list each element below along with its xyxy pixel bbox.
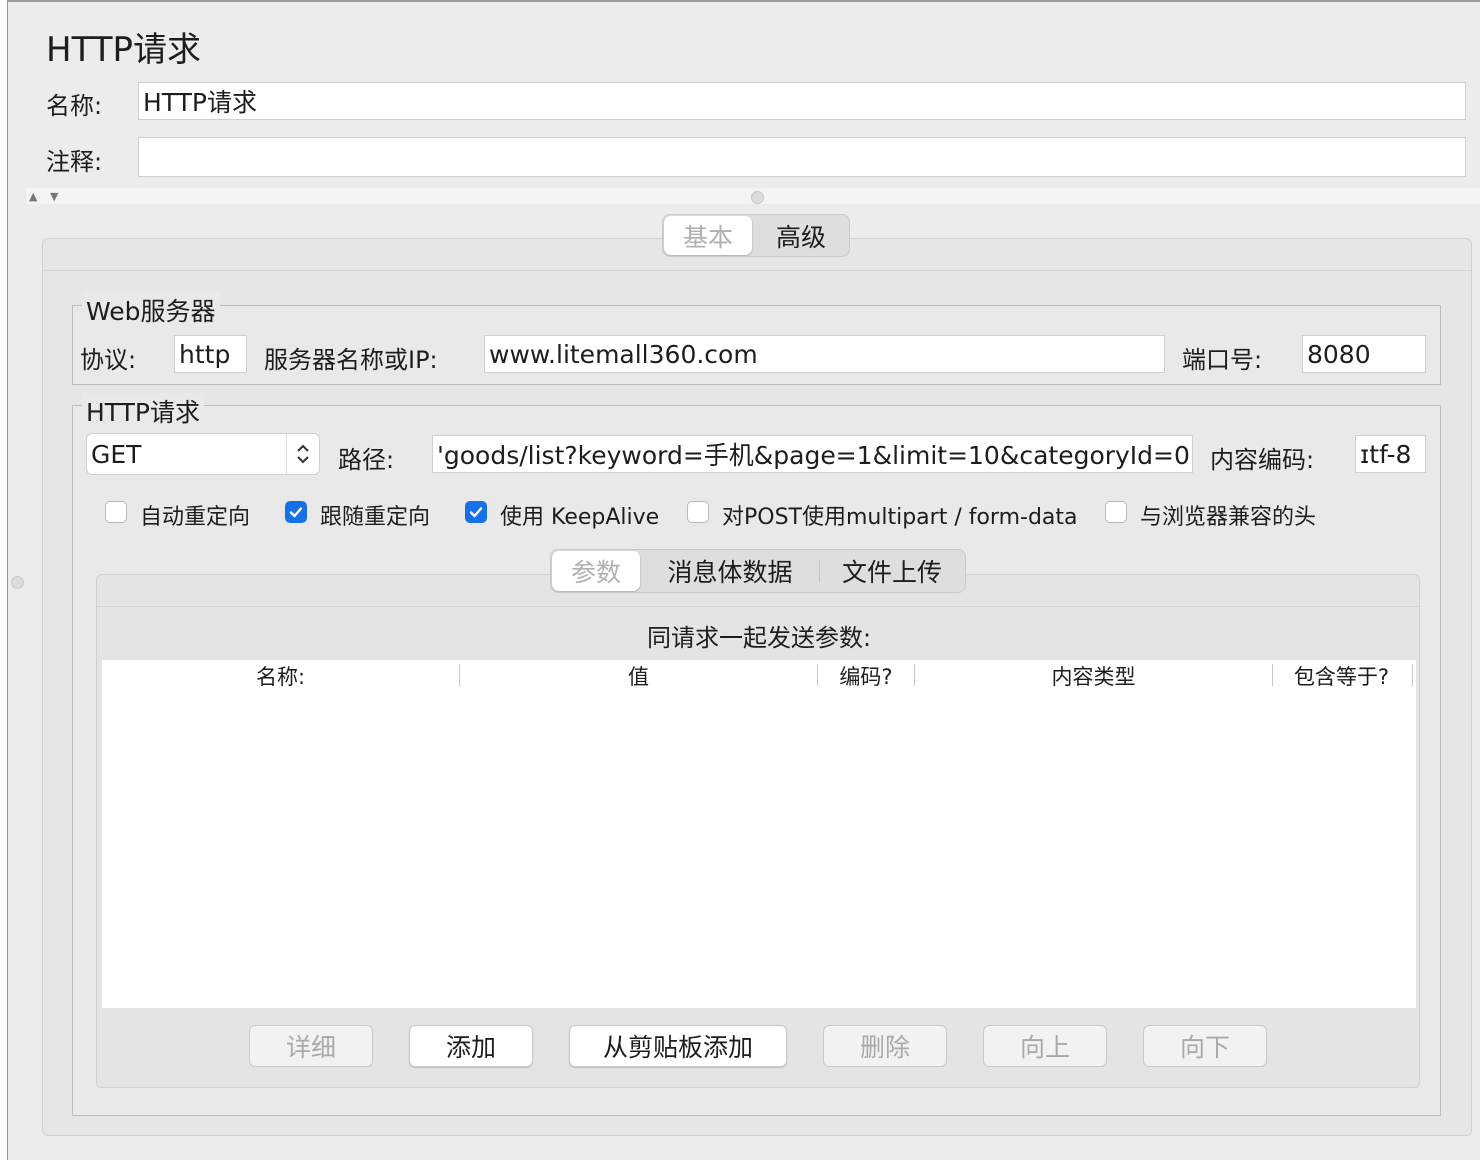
protocol-input[interactable]: http: [174, 335, 247, 373]
collapse-up-icon[interactable]: ▲: [29, 190, 37, 203]
follow-redirect-label: 跟随重定向: [320, 505, 431, 530]
delete-button[interactable]: 删除: [823, 1025, 947, 1067]
updown-chevron-icon: [286, 434, 319, 474]
protocol-label: 协议:: [80, 346, 137, 374]
tab-advanced[interactable]: 高级: [753, 215, 849, 256]
path-input[interactable]: 'goods/list?keyword=手机&page=1&limit=10&c…: [432, 435, 1193, 473]
multipart-checkbox[interactable]: [687, 501, 709, 523]
keepalive-label: 使用 KeepAlive: [500, 505, 660, 530]
tab-basic[interactable]: 基本: [664, 216, 752, 255]
sub-tabbar: 参数 消息体数据 文件上传: [550, 549, 966, 593]
tab-body-data[interactable]: 消息体数据: [641, 550, 819, 592]
method-select[interactable]: GET: [86, 433, 320, 475]
web-server-group-title: Web服务器: [82, 292, 220, 328]
collapse-down-icon[interactable]: ▼: [50, 190, 58, 203]
top-tabbar: 基本 高级: [662, 214, 850, 257]
name-label: 名称:: [46, 92, 103, 120]
encoding-label: 内容编码:: [1210, 446, 1315, 474]
detail-button[interactable]: 详细: [249, 1025, 373, 1067]
follow-redirect-checkbox[interactable]: [285, 501, 307, 523]
top-border: [7, 0, 1480, 2]
column-header-include-equals[interactable]: 包含等于?: [1273, 661, 1410, 691]
column-separator: [1412, 664, 1413, 686]
browser-compatible-headers-label: 与浏览器兼容的头: [1140, 505, 1317, 530]
split-handle-dot[interactable]: [11, 576, 24, 589]
add-button[interactable]: 添加: [409, 1025, 533, 1067]
browser-compatible-headers-checkbox[interactable]: [1105, 501, 1127, 523]
keepalive-checkbox[interactable]: [465, 501, 487, 523]
column-header-encode[interactable]: 编码?: [818, 661, 914, 691]
auto-redirect-checkbox[interactable]: [105, 501, 127, 523]
encoding-input[interactable]: ɪtf-8: [1355, 435, 1426, 473]
server-name-input[interactable]: www.litemall360.com: [484, 335, 1165, 373]
add-from-clipboard-button[interactable]: 从剪贴板添加: [569, 1025, 787, 1067]
server-name-label: 服务器名称或IP:: [264, 346, 438, 374]
checkmark-icon: [289, 507, 303, 518]
params-caption: 同请求一起发送参数:: [646, 624, 872, 652]
auto-redirect-label: 自动重定向: [140, 505, 251, 530]
http-request-group-title: HTTP请求: [82, 393, 204, 429]
left-edge-border: [0, 0, 8, 1160]
column-header-content-type[interactable]: 内容类型: [915, 661, 1272, 691]
port-input[interactable]: 8080: [1302, 335, 1426, 373]
panel-divider: [43, 270, 1471, 271]
method-select-value: GET: [91, 439, 142, 469]
params-panel-divider: [97, 606, 1419, 607]
checkmark-icon: [469, 507, 483, 518]
comment-label: 注释:: [46, 148, 103, 176]
tab-file-upload[interactable]: 文件上传: [819, 550, 965, 592]
page-title: HTTP请求: [46, 30, 202, 70]
tab-parameters[interactable]: 参数: [552, 551, 640, 591]
params-table[interactable]: [102, 660, 1416, 1008]
column-header-value[interactable]: 值: [460, 661, 817, 691]
path-label: 路径:: [338, 446, 395, 474]
move-down-button[interactable]: 向下: [1143, 1025, 1267, 1067]
move-up-button[interactable]: 向上: [983, 1025, 1107, 1067]
port-label: 端口号:: [1182, 346, 1263, 374]
comment-input[interactable]: [138, 137, 1466, 177]
column-header-name[interactable]: 名称:: [102, 661, 459, 691]
multipart-label: 对POST使用multipart / form-data: [722, 505, 1078, 530]
splitter-handle-dot[interactable]: [751, 191, 764, 204]
name-input[interactable]: HTTP请求: [138, 82, 1466, 120]
